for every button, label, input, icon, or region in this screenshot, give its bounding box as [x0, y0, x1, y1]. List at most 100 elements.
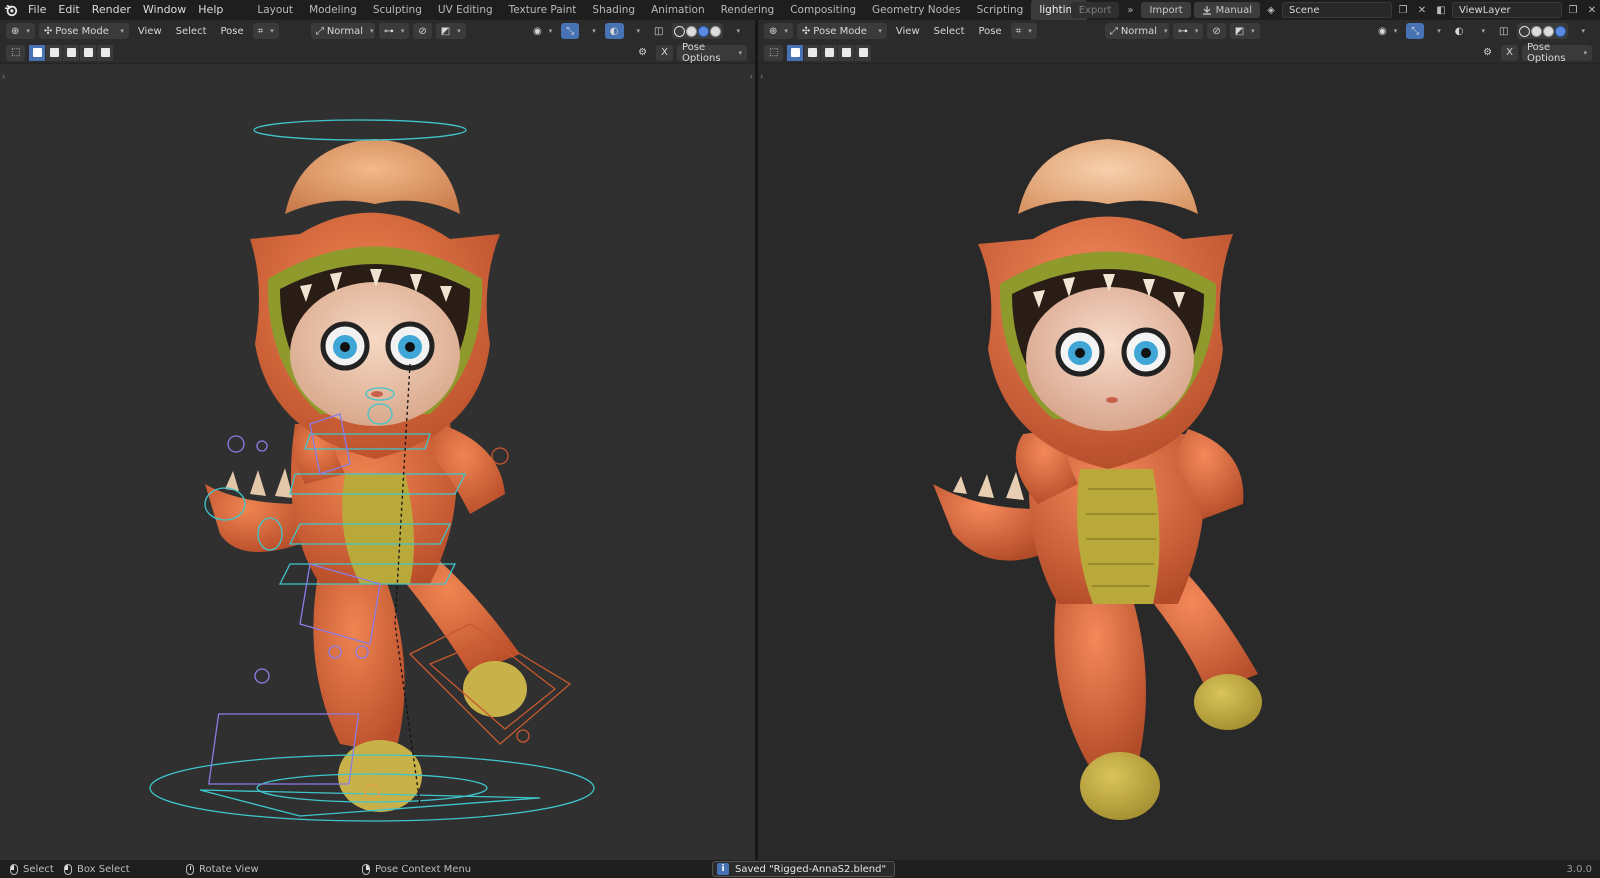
select-menu[interactable]: Select	[171, 23, 212, 39]
pose-menu[interactable]: Pose	[974, 23, 1007, 39]
pivot-icon[interactable]: ⊶ ▾	[378, 23, 410, 39]
xray-icon[interactable]: ◫	[649, 23, 668, 39]
viewport-right[interactable]	[758, 64, 1600, 860]
mirror-x-toggle[interactable]: X	[656, 44, 673, 61]
select-menu[interactable]: Select	[929, 23, 970, 39]
tab-uv-editing[interactable]: UV Editing	[430, 0, 501, 20]
menu-edit[interactable]: Edit	[52, 0, 85, 20]
overlays-dropdown-icon[interactable]: ▾	[628, 23, 646, 39]
view-layer-icon[interactable]: ◧	[1433, 2, 1449, 18]
export-button[interactable]: Export	[1070, 2, 1120, 18]
subtract-selection-icon[interactable]	[821, 44, 838, 61]
tab-rendering[interactable]: Rendering	[713, 0, 783, 20]
tab-geometry-nodes[interactable]: Geometry Nodes	[864, 0, 969, 20]
character-right	[933, 139, 1262, 820]
tab-compositing[interactable]: Compositing	[782, 0, 864, 20]
view-layer-field[interactable]: ViewLayer	[1452, 2, 1562, 18]
keying-icon[interactable]: ⌗ ▾	[252, 23, 279, 39]
visibility-icon[interactable]: ◉ ▾	[1373, 23, 1402, 39]
tab-scripting[interactable]: Scripting	[969, 0, 1032, 20]
select-box-tool-icon[interactable]: ⬚	[764, 44, 784, 61]
pose-options-dropdown[interactable]: Pose Options ▾	[677, 42, 747, 64]
tool-header-left: ⬚ ⚙ X Pose Options ▾	[0, 42, 755, 64]
intersect-selection-icon[interactable]	[855, 44, 872, 61]
view-menu[interactable]: View	[891, 23, 925, 39]
orientation-icon: ⤢	[315, 25, 324, 37]
keying-icon[interactable]: ⌗ ▾	[1010, 23, 1037, 39]
right-panel-expand-icon[interactable]: ‹	[750, 72, 753, 81]
xray-icon[interactable]: ◫	[1494, 23, 1513, 39]
overlays-icon[interactable]: ◐	[604, 23, 624, 39]
intersect-selection-icon[interactable]	[97, 44, 114, 61]
overlays-icon[interactable]: ◐	[1450, 23, 1469, 39]
mode-dropdown[interactable]: ✣ Pose Mode ▾	[796, 23, 887, 39]
material-shading-icon[interactable]	[698, 25, 710, 37]
gizmo-dropdown-icon[interactable]: ▾	[1428, 23, 1446, 39]
solid-shading-icon[interactable]	[686, 25, 698, 37]
tab-modeling[interactable]: Modeling	[301, 0, 365, 20]
editor-type-button[interactable]: ⊕ ▾	[6, 23, 35, 39]
set-new-selection-icon[interactable]	[787, 44, 804, 61]
rendered-shading-icon[interactable]	[1555, 25, 1567, 37]
new-scene-icon[interactable]: ❐	[1395, 2, 1411, 18]
visibility-icon[interactable]: ◉ ▾	[528, 23, 557, 39]
wireframe-shading-icon[interactable]	[1519, 25, 1531, 37]
select-box-tool-icon[interactable]: ⬚	[6, 44, 26, 61]
subtract-selection-icon[interactable]	[63, 44, 80, 61]
proportional-icon[interactable]: ◩ ▾	[1229, 23, 1260, 39]
version-label: 3.0.0	[1566, 863, 1592, 875]
snap-icon[interactable]: ⊘	[413, 23, 432, 39]
tab-animation[interactable]: Animation	[643, 0, 713, 20]
set-new-selection-icon[interactable]	[29, 44, 46, 61]
shading-dropdown-icon[interactable]: ▾	[1572, 23, 1590, 39]
shading-dropdown-icon[interactable]: ▾	[727, 23, 745, 39]
pose-menu[interactable]: Pose	[216, 23, 249, 39]
gizmo-dropdown-icon[interactable]: ▾	[583, 23, 601, 39]
pose-options-settings-icon[interactable]: ⚙	[633, 45, 652, 61]
tab-sculpting[interactable]: Sculpting	[365, 0, 430, 20]
tab-shading[interactable]: Shading	[584, 0, 643, 20]
proportional-icon[interactable]: ◩ ▾	[435, 23, 466, 39]
overlays-dropdown-icon[interactable]: ▾	[1473, 23, 1491, 39]
scene-icon[interactable]: ◈	[1263, 2, 1279, 18]
rendered-shading-icon[interactable]	[710, 25, 722, 37]
delete-view-layer-icon[interactable]: ✕	[1584, 2, 1600, 18]
pose-options-settings-icon[interactable]: ⚙	[1478, 45, 1497, 61]
saved-message[interactable]: i Saved "Rigged-AnnaS2.blend"	[712, 861, 896, 877]
solid-shading-icon[interactable]	[1531, 25, 1543, 37]
delete-scene-icon[interactable]: ✕	[1414, 2, 1430, 18]
menu-help[interactable]: Help	[192, 0, 229, 20]
manual-button[interactable]: Manual	[1193, 2, 1260, 18]
blender-logo-icon[interactable]	[0, 0, 22, 20]
view-menu[interactable]: View	[133, 23, 167, 39]
viewport-left[interactable]	[0, 64, 755, 860]
tab-texture-paint[interactable]: Texture Paint	[501, 0, 585, 20]
pose-options-dropdown[interactable]: Pose Options ▾	[1522, 42, 1592, 64]
gizmo-icon[interactable]: ⤡	[561, 23, 580, 39]
invert-selection-icon[interactable]	[838, 44, 855, 61]
gizmo-icon[interactable]: ⤡	[1406, 23, 1425, 39]
mode-dropdown[interactable]: ✣ Pose Mode ▾	[38, 23, 129, 39]
editor-type-button[interactable]: ⊕ ▾	[764, 23, 793, 39]
import-button[interactable]: Import	[1141, 2, 1191, 18]
new-view-layer-icon[interactable]: ❐	[1565, 2, 1581, 18]
orientation-dropdown[interactable]: ⤢ Normal ▾	[1104, 23, 1169, 39]
tab-layout[interactable]: Layout	[249, 0, 301, 20]
material-shading-icon[interactable]	[1543, 25, 1555, 37]
extend-selection-icon[interactable]	[46, 44, 63, 61]
orientation-icon: ⤢	[1109, 25, 1118, 37]
wireframe-shading-icon[interactable]	[674, 25, 686, 37]
scene-field[interactable]: Scene	[1282, 2, 1392, 18]
menu-file[interactable]: File	[22, 0, 52, 20]
menu-render[interactable]: Render	[86, 0, 137, 20]
snap-icon[interactable]: ⊘	[1207, 23, 1226, 39]
orientation-dropdown[interactable]: ⤢ Normal ▾	[310, 23, 375, 39]
invert-selection-icon[interactable]	[80, 44, 97, 61]
menu-window[interactable]: Window	[137, 0, 192, 20]
pivot-icon[interactable]: ⊶ ▾	[1172, 23, 1204, 39]
left-panel-expand-icon[interactable]: ›	[760, 72, 763, 81]
left-panel-expand-icon[interactable]: ›	[2, 72, 5, 81]
mirror-x-toggle[interactable]: X	[1501, 44, 1518, 61]
extend-selection-icon[interactable]	[804, 44, 821, 61]
viewport-area-right: ⊕ ▾ ✣ Pose Mode ▾ View Select Pose ⌗ ▾ ⤢ Norm…	[758, 20, 1600, 860]
